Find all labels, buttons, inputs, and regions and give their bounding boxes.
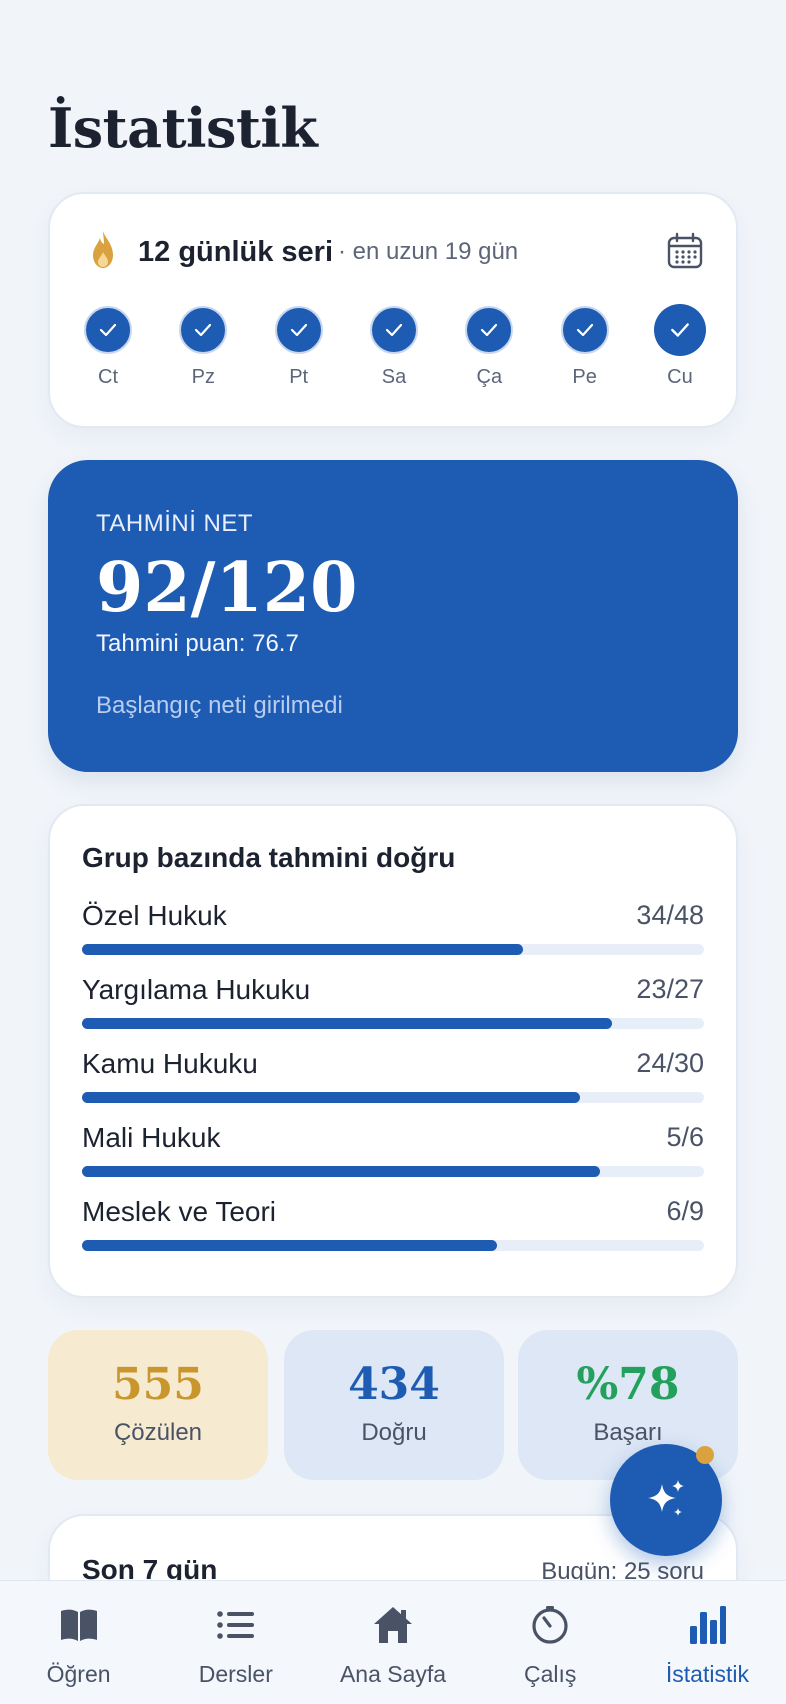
stat-solved-value: 555 bbox=[112, 1359, 204, 1410]
streak-day: Pt bbox=[273, 306, 325, 389]
notification-dot bbox=[696, 1446, 714, 1464]
list-icon bbox=[213, 1603, 259, 1647]
streak-day-today: Cu bbox=[653, 304, 706, 389]
check-icon bbox=[465, 306, 514, 354]
streak-day: Ça bbox=[463, 306, 515, 389]
streak-days: Ct Pz Pt Sa Ça Pe Cu bbox=[82, 304, 706, 389]
stat-success-value: %78 bbox=[576, 1359, 680, 1410]
check-icon bbox=[369, 306, 418, 354]
group-name: Kamu Hukuku bbox=[82, 1048, 258, 1079]
stat-success-label: Başarı bbox=[593, 1419, 663, 1446]
net-value: 92/120 bbox=[96, 548, 358, 628]
group-name: Özel Hukuk bbox=[82, 900, 227, 931]
group-progress-track bbox=[82, 1166, 704, 1177]
group-score: 23/27 bbox=[636, 974, 704, 1004]
group-score: 5/6 bbox=[666, 1122, 704, 1152]
check-icon bbox=[84, 306, 132, 354]
stat-solved-label: Çözülen bbox=[113, 1419, 203, 1446]
check-icon bbox=[274, 306, 323, 354]
group-progress-fill bbox=[82, 944, 523, 955]
streak-day: Pz bbox=[177, 306, 229, 389]
nav-label: Öğren bbox=[46, 1661, 111, 1687]
group-row: Yargılama Hukuku 23/27 bbox=[82, 974, 704, 1029]
streak-day: Ct bbox=[82, 306, 134, 389]
nav-item-calis[interactable]: Çalış bbox=[472, 1581, 629, 1704]
group-progress-track bbox=[82, 1240, 704, 1251]
day-label: Pe bbox=[572, 366, 597, 388]
group-row: Kamu Hukuku 24/30 bbox=[82, 1048, 704, 1103]
streak-card: 12 günlük seri · en uzun 19 gün Ct Pz Pt… bbox=[48, 192, 738, 428]
streak-longest: · en uzun 19 gün bbox=[338, 238, 519, 265]
day-label: Cu bbox=[667, 366, 693, 388]
nav-item-ana-sayfa[interactable]: Ana Sayfa bbox=[314, 1581, 471, 1704]
group-progress-fill bbox=[82, 1240, 497, 1251]
nav-item-dersler[interactable]: Dersler bbox=[157, 1581, 314, 1704]
nav-item-ogren[interactable]: Öğren bbox=[0, 1581, 157, 1704]
group-progress-fill bbox=[82, 1018, 612, 1029]
stat-correct-label: Doğru bbox=[361, 1419, 427, 1446]
group-progress-track bbox=[82, 944, 704, 955]
group-name: Meslek ve Teori bbox=[82, 1196, 277, 1227]
group-progress-track bbox=[82, 1018, 704, 1029]
nav-item-istatistik[interactable]: İstatistik bbox=[629, 1581, 786, 1704]
timer-icon bbox=[527, 1603, 573, 1647]
check-icon bbox=[653, 304, 706, 356]
group-progress-fill bbox=[82, 1092, 580, 1103]
nav-label: Çalış bbox=[524, 1661, 577, 1687]
home-icon bbox=[370, 1603, 416, 1647]
day-label: Pz bbox=[191, 366, 215, 388]
group-name: Yargılama Hukuku bbox=[82, 974, 311, 1005]
ai-assistant-button[interactable] bbox=[610, 1444, 722, 1556]
net-baseline-note: Başlangıç neti girilmedi bbox=[96, 692, 343, 719]
bottom-navigation: Öğren Dersler Ana Sayfa Çalış İstatistik bbox=[0, 1580, 786, 1704]
group-progress-track bbox=[82, 1092, 704, 1103]
nav-label: İstatistik bbox=[665, 1661, 749, 1687]
group-row: Mali Hukuk 5/6 bbox=[82, 1122, 704, 1177]
group-name: Mali Hukuk bbox=[82, 1122, 221, 1153]
group-score: 34/48 bbox=[636, 900, 704, 930]
group-row: Meslek ve Teori 6/9 bbox=[82, 1196, 704, 1251]
nav-label: Dersler bbox=[198, 1661, 273, 1687]
net-estimated-score: Tahmini puan: 76.7 bbox=[96, 630, 299, 657]
day-label: Ça bbox=[476, 366, 503, 388]
sparkles-icon bbox=[648, 1480, 684, 1516]
book-icon bbox=[56, 1603, 102, 1647]
groups-title: Grup bazında tahmini doğru bbox=[82, 842, 456, 873]
day-label: Sa bbox=[381, 366, 407, 388]
calendar-icon[interactable] bbox=[666, 232, 704, 270]
group-score: 24/30 bbox=[636, 1048, 704, 1078]
streak-title: 12 günlük seri bbox=[138, 236, 334, 268]
check-icon bbox=[179, 306, 228, 354]
nav-label: Ana Sayfa bbox=[339, 1661, 447, 1687]
bar-chart-icon bbox=[684, 1603, 730, 1647]
page-title: İstatistik bbox=[48, 96, 318, 160]
stat-solved: 555 Çözülen bbox=[48, 1330, 268, 1480]
day-label: Pt bbox=[289, 366, 309, 388]
flame-icon bbox=[93, 231, 113, 268]
group-progress-fill bbox=[82, 1166, 601, 1177]
check-icon bbox=[560, 306, 609, 354]
day-label: Ct bbox=[98, 366, 118, 388]
group-estimates-card: Grup bazında tahmini doğru Özel Hukuk 34… bbox=[48, 804, 738, 1298]
stat-correct-value: 434 bbox=[348, 1359, 440, 1410]
net-label: TAHMİNİ NET bbox=[96, 510, 254, 537]
stat-correct: 434 Doğru bbox=[284, 1330, 504, 1480]
group-score: 6/9 bbox=[666, 1196, 704, 1226]
group-row: Özel Hukuk 34/48 bbox=[82, 900, 704, 955]
estimated-net-card[interactable]: TAHMİNİ NET 92/120 Tahmini puan: 76.7 Ba… bbox=[48, 460, 738, 772]
streak-day: Pe bbox=[559, 306, 611, 389]
streak-day: Sa bbox=[368, 306, 420, 389]
